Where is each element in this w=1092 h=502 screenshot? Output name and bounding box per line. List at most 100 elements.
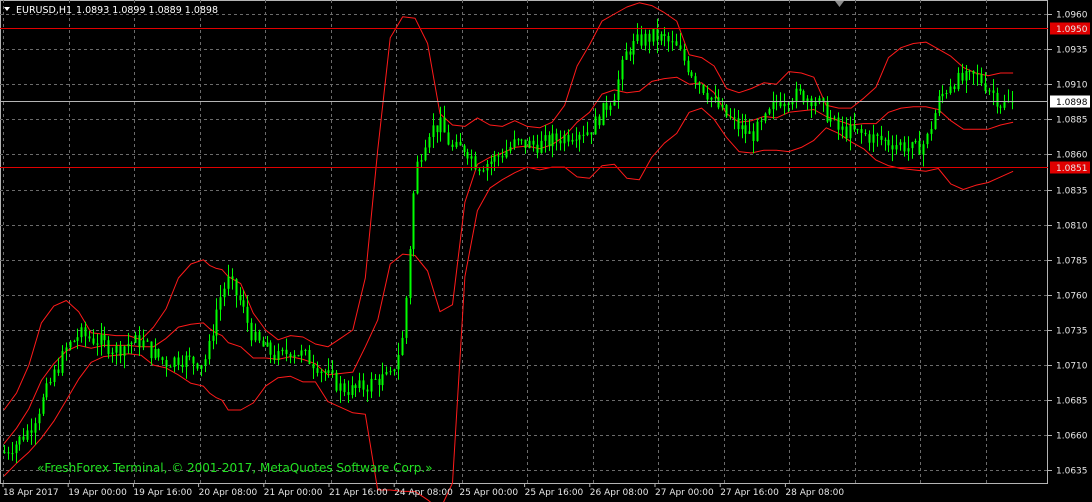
price-bar-body [439,117,442,133]
price-bar-body [988,90,991,92]
price-bar-body [362,380,365,390]
price-bar-body [123,346,126,356]
price-bar-body [532,140,535,145]
price-bar-body [841,126,844,130]
price-bar-body [49,382,52,384]
price-bar-body [142,340,145,348]
price-bar-body [702,85,705,93]
y-tick-label: 1.0835 [1056,187,1088,197]
price-bar-body [339,383,342,391]
price-bar-body [358,380,361,388]
price-bar-body [181,364,184,367]
price-bar-body [493,155,496,162]
price-bar-body [934,113,937,130]
price-bar-body [134,335,137,343]
price-bar-body [385,372,388,375]
price-bar-body [455,141,458,147]
price-bar-body [192,356,195,364]
price-bar-body [401,337,404,355]
price-bar-body [652,29,655,42]
price-bar-body [907,148,910,152]
y-tick-label: 1.0910 [1056,81,1088,91]
price-bar-body [922,144,925,155]
price-bar-body [717,97,720,108]
price-bar-body [84,327,87,337]
price-chart[interactable]: 1.0950 1.0851 1.0898 1.0960 1.0935 1.0910 1.0… [0,0,1092,502]
price-bar-body [671,41,674,43]
price-bar-body [196,363,199,369]
price-bar-body [293,355,296,358]
price-bar-body [721,104,724,108]
price-bar-body [992,90,995,93]
price-bar-body [737,118,740,130]
price-bar-body [281,349,284,352]
price-bar-body [980,74,983,84]
price-bar-body [428,137,431,148]
price-bar-body [482,170,485,172]
price-bar-body [752,131,755,141]
price-bar-body [212,335,215,341]
price-bar-body [687,60,690,73]
price-bar-body [18,436,21,445]
chart-header: EURUSD,H1 1.0893 1.0899 1.0889 1.0898 [4,5,218,16]
price-bar-body [11,453,14,455]
y-tick-label: 1.0710 [1056,362,1088,372]
price-bar-body [826,101,829,122]
price-bar-body [714,97,717,99]
price-bar-body [884,139,887,141]
price-bar-body [185,355,188,367]
price-bar-body [629,51,632,55]
x-tick-label: 21 Apr 16:00 [329,488,388,498]
price-bar-body [107,340,110,355]
x-tick-label: 26 Apr 08:00 [590,488,649,498]
price-bar-body [405,297,408,338]
price-bar-body [864,132,867,135]
price-bar-body [822,98,825,102]
price-bar-body [443,117,446,133]
y-tick-label: 1.0810 [1056,222,1088,232]
price-bar-body [833,117,836,119]
price-bar-body [582,134,585,136]
price-bar-body [632,41,635,55]
price-bar-body [154,349,157,359]
price-bar-body [748,131,751,134]
price-bar-body [706,92,709,100]
price-bar-body [115,345,118,353]
price-bar-body [65,347,68,351]
price-bar-body [710,97,713,100]
price-bar-body [683,49,686,61]
x-tick-label: 19 Apr 16:00 [133,488,192,498]
x-tick-label: 18 Apr 2017 [3,488,59,498]
price-bar-body [331,370,334,373]
price-bar-body [374,378,377,380]
x-tick-label: 25 Apr 00:00 [459,488,518,498]
price-bar-body [733,117,736,119]
price-bar-body [351,385,354,395]
price-bar-body [80,327,83,338]
price-bar-body [787,103,790,105]
price-bar-body [347,392,350,395]
x-tick-label: 28 Apr 08:00 [785,488,844,498]
price-bar-body [130,342,133,344]
price-bar-body [598,116,601,126]
price-bar-body [520,139,523,141]
price-bar-body [772,101,775,110]
price-bar-body [509,147,512,151]
price-bar-body [297,355,300,357]
lower-level-label: 1.0851 [1056,164,1088,174]
price-bar-body [490,161,493,164]
price-bar-body [235,279,238,296]
price-bar-body [393,369,396,372]
price-bar-body [69,341,72,348]
price-bar-body [791,101,794,105]
price-bar-body [466,152,469,159]
price-bar-body [424,147,427,161]
price-bar-body [3,452,6,454]
price-bar-body [354,385,357,388]
x-tick-label: 25 Apr 16:00 [525,488,584,498]
price-bar-body [324,371,327,373]
price-bar-body [273,354,276,360]
price-bar-body [111,352,114,355]
upper-level-label: 1.0950 [1056,25,1088,35]
price-bar-body [555,133,558,141]
